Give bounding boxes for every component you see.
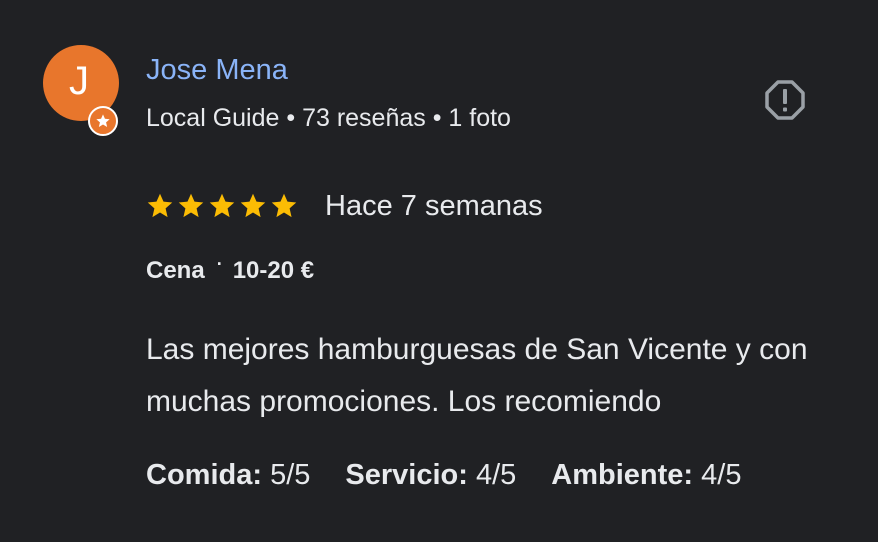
sub-rating-label: Servicio:	[345, 459, 468, 491]
sub-rating-label: Comida:	[146, 459, 262, 491]
star-icon	[96, 114, 110, 127]
star-icon	[147, 193, 173, 218]
sub-rating-label: Ambiente:	[551, 459, 694, 491]
sub-rating-food: Comida: 5/5	[146, 459, 310, 492]
sub-rating-value: 4/5	[475, 459, 517, 491]
flag-alert-icon	[765, 80, 805, 120]
meal-info: Cena · 10-20 €	[146, 254, 315, 285]
star-icon	[209, 193, 235, 218]
rating-row: Hace 7 semanas	[146, 186, 543, 226]
reviewer-name[interactable]: Jose Mena	[146, 54, 288, 87]
star-rating	[146, 192, 298, 220]
sub-rating-ambience: Ambiente: 4/5	[551, 459, 741, 492]
sub-rating-service: Servicio: 4/5	[345, 459, 516, 492]
meal-separator: ·	[216, 254, 223, 274]
star-icon	[178, 193, 204, 218]
sub-rating-value: 5/5	[270, 459, 311, 491]
local-guide-badge	[88, 106, 118, 136]
star-icon	[271, 193, 297, 218]
avatar-initial: J	[69, 59, 89, 103]
review-card: J Jose Mena Local Guide • 73 reseñas • 1…	[0, 0, 878, 542]
review-text: Las mejores hamburguesas de San Vicente …	[146, 333, 808, 418]
reviewer-meta: Local Guide • 73 reseñas • 1 foto	[146, 104, 511, 132]
report-button[interactable]	[761, 76, 809, 124]
sub-rating-value: 4/5	[701, 459, 742, 491]
meal-type: Cena	[146, 257, 205, 284]
star-icon	[240, 193, 266, 218]
review-date: Hace 7 semanas	[325, 189, 543, 222]
meal-price: 10-20 €	[232, 257, 315, 284]
sub-ratings: Comida: 5/5 Servicio: 4/5 Ambiente: 4/5	[146, 459, 776, 492]
